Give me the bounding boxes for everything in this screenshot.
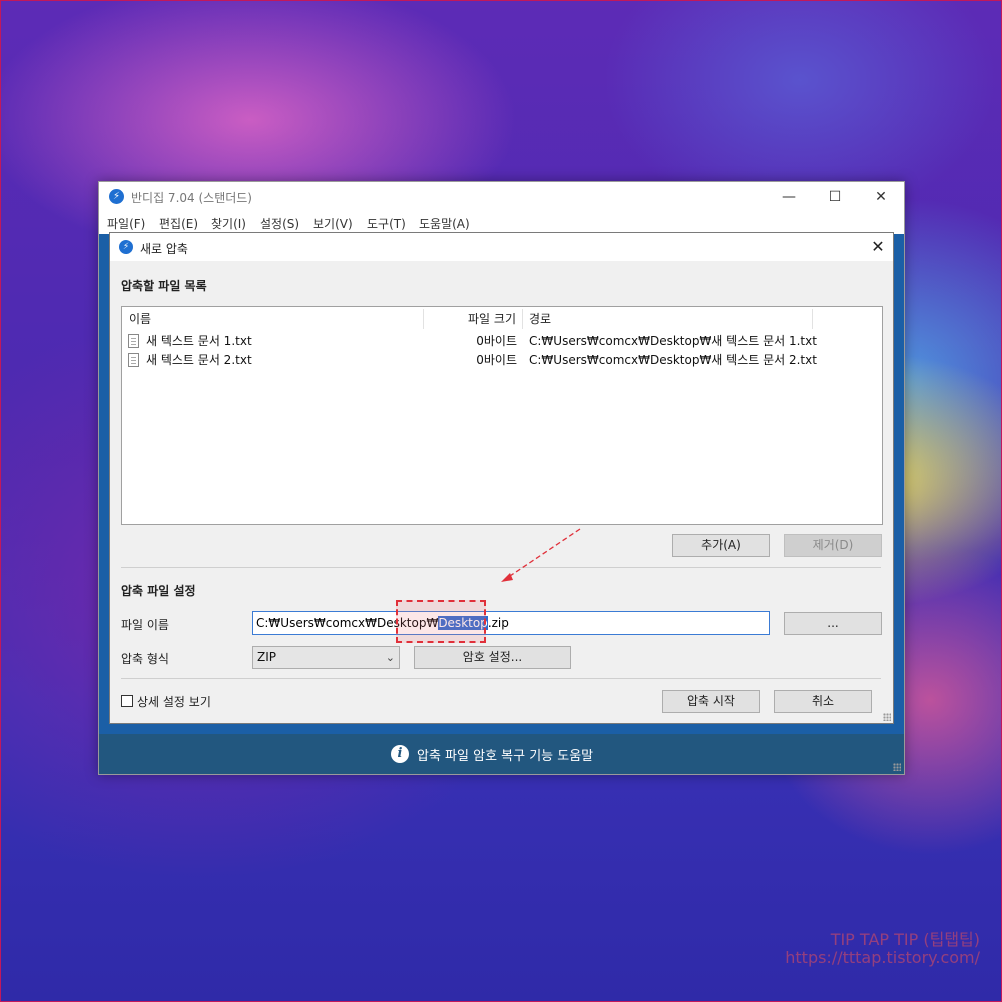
annotation-arrow-head [501, 573, 513, 582]
annotation-highlight-box [396, 600, 486, 643]
annotation-arrow-line [506, 528, 581, 579]
annotation-arrow-layer [501, 528, 581, 582]
watermark-title: TIP TAP TIP (팁탭팁) [830, 930, 980, 949]
watermark-url: https://tttap.tistory.com/ [785, 948, 980, 967]
